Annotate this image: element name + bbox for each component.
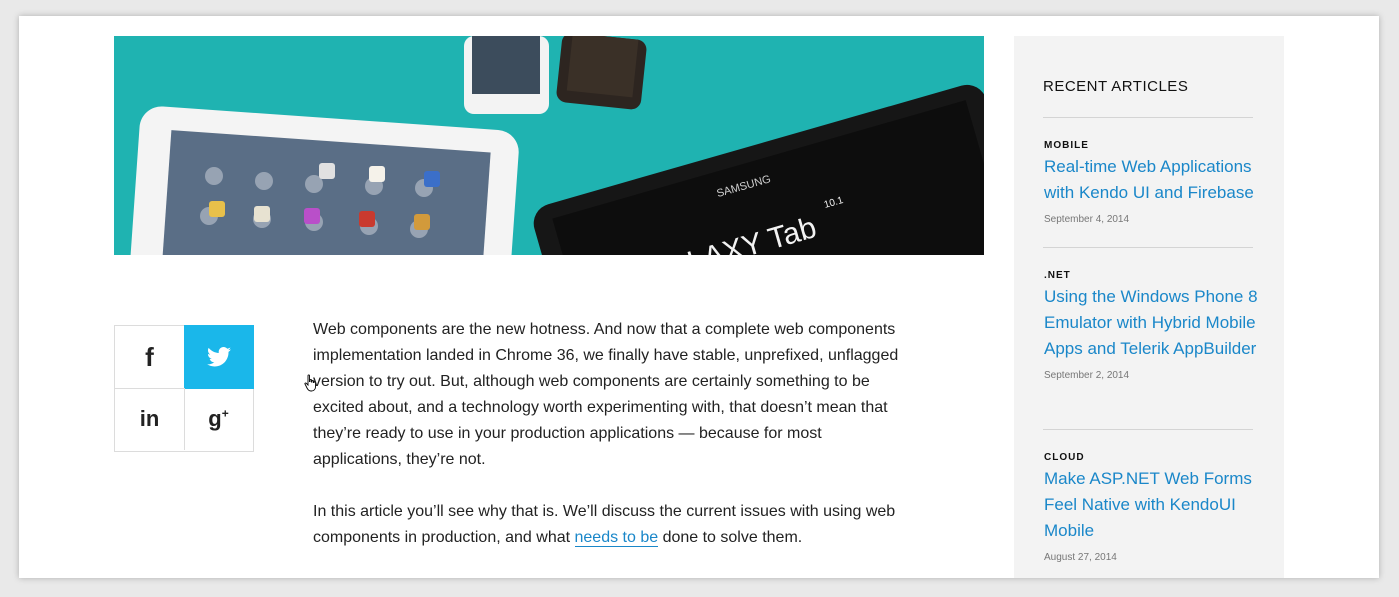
article-date: September 4, 2014 [1044,214,1130,225]
article-title-link[interactable]: Real-time Web Applications with Kendo UI… [1044,154,1259,206]
article-paragraph: Web components are the new hotness. And … [313,321,899,468]
recent-article-item: MOBILE Real-time Web Applications with K… [1044,140,1259,225]
recent-article-item: .NET Using the Windows Phone 8 Emulator … [1044,270,1259,381]
linkedin-icon: in [139,406,160,431]
divider [1043,247,1253,248]
article-title-link[interactable]: Make ASP.NET Web Forms Feel Native with … [1044,466,1259,544]
recent-article-item: CLOUD Make ASP.NET Web Forms Feel Native… [1044,452,1259,563]
linkedin-share-button[interactable]: in [115,388,185,450]
recent-articles-sidebar: RECENT ARTICLES MOBILE Real-time Web App… [1014,36,1284,578]
article-category: MOBILE [1044,140,1089,151]
googleplus-icon: g+ [208,406,229,431]
article-body: Web components are the new hotness. And … [313,317,913,577]
googleplus-share-button[interactable]: g+ [184,388,253,450]
facebook-icon: f [145,341,154,372]
twitter-bird-icon [207,347,231,367]
share-buttons: f in g+ [114,325,316,452]
article-category: CLOUD [1044,452,1085,463]
article-date: August 27, 2014 [1044,552,1117,563]
article-category: .NET [1044,270,1071,281]
needs-to-be-link[interactable]: needs to be [574,529,659,547]
twitter-share-button[interactable] [184,325,316,392]
facebook-share-button[interactable]: f [115,326,185,389]
article-date: September 2, 2014 [1044,370,1130,381]
sidebar-heading: RECENT ARTICLES [1043,78,1189,95]
ipad-illustration [129,106,519,255]
divider [1043,429,1253,430]
page-frame: SAMSUNG GALAXY Tab 10.1 f in g+ Web comp… [19,16,1379,578]
divider [1043,117,1253,118]
hero-image: SAMSUNG GALAXY Tab 10.1 [114,36,984,255]
article-title-link[interactable]: Using the Windows Phone 8 Emulator with … [1044,284,1259,362]
article-paragraph: In this article you’ll see why that is. … [313,503,896,547]
